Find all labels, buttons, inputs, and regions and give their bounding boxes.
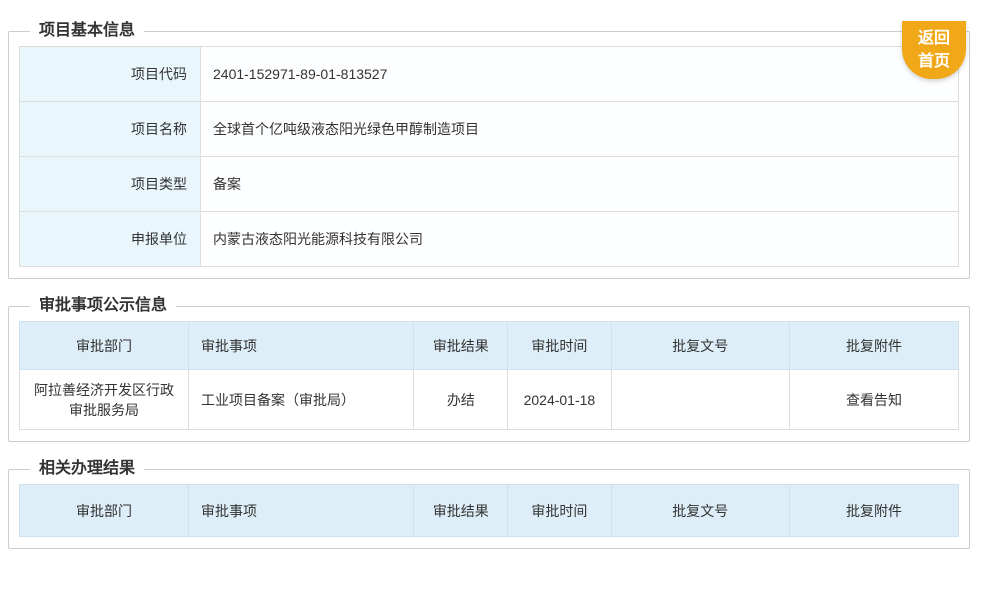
basic-info-title: 项目基本信息 bbox=[39, 22, 136, 39]
related-results-panel: 相关办理结果 审批部门 审批事项 审批结果 审批时间 批复文号 批复附件 bbox=[8, 459, 970, 549]
view-notice-link[interactable]: 查看告知 bbox=[788, 369, 960, 430]
back-to-home-label-line1: 返回 bbox=[917, 30, 950, 47]
table-row: 项目代码 2401-152971-89-01-813527 bbox=[19, 46, 959, 102]
column-header-approval-time: 审批时间 bbox=[507, 484, 612, 537]
back-to-home-label-line2: 首页 bbox=[917, 53, 950, 70]
column-header-approval-result: 审批结果 bbox=[413, 321, 509, 370]
table-header-row: 审批部门 审批事项 审批结果 审批时间 批复文号 批复附件 bbox=[18, 484, 960, 537]
basic-info-panel: 项目基本信息 项目代码 2401-152971-89-01-813527 项目名… bbox=[8, 21, 970, 279]
column-header-reply-attachment: 批复附件 bbox=[788, 321, 960, 370]
related-results-table: 审批部门 审批事项 审批结果 审批时间 批复文号 批复附件 bbox=[18, 484, 960, 537]
back-to-home-button[interactable]: 返回 首页 bbox=[902, 21, 966, 79]
cell-approval-result: 办结 bbox=[413, 369, 509, 430]
column-header-approval-item: 审批事项 bbox=[188, 321, 415, 370]
cell-approval-time: 2024-01-18 bbox=[507, 369, 612, 430]
column-header-reply-attachment: 批复附件 bbox=[788, 484, 960, 537]
cell-approval-dept: 阿拉善经济开发区行政审批服务局 bbox=[18, 369, 190, 430]
cell-reply-doc-no bbox=[610, 369, 790, 430]
column-header-approval-result: 审批结果 bbox=[413, 484, 509, 537]
field-value-project-name: 全球首个亿吨级液态阳光绿色甲醇制造项目 bbox=[200, 101, 959, 157]
approval-info-panel: 审批事项公示信息 审批部门 审批事项 审批结果 审批时间 批复文号 批复附件 阿… bbox=[8, 296, 970, 442]
approval-info-table: 审批部门 审批事项 审批结果 审批时间 批复文号 批复附件 阿拉善经济开发区行政… bbox=[18, 321, 960, 430]
field-value-project-type: 备案 bbox=[200, 156, 959, 212]
column-header-reply-doc-no: 批复文号 bbox=[610, 321, 790, 370]
field-value-project-code: 2401-152971-89-01-813527 bbox=[200, 46, 959, 102]
table-row: 项目名称 全球首个亿吨级液态阳光绿色甲醇制造项目 bbox=[19, 101, 959, 157]
field-label-project-type: 项目类型 bbox=[19, 156, 201, 212]
basic-info-table: 项目代码 2401-152971-89-01-813527 项目名称 全球首个亿… bbox=[19, 46, 959, 267]
column-header-approval-time: 审批时间 bbox=[507, 321, 612, 370]
field-value-declaring-unit: 内蒙古液态阳光能源科技有限公司 bbox=[200, 211, 959, 267]
approval-info-title: 审批事项公示信息 bbox=[39, 297, 168, 314]
table-header-row: 审批部门 审批事项 审批结果 审批时间 批复文号 批复附件 bbox=[18, 321, 960, 370]
column-header-approval-dept: 审批部门 bbox=[18, 484, 190, 537]
column-header-approval-dept: 审批部门 bbox=[18, 321, 190, 370]
field-label-declaring-unit: 申报单位 bbox=[19, 211, 201, 267]
table-row: 阿拉善经济开发区行政审批服务局 工业项目备案（审批局） 办结 2024-01-1… bbox=[18, 369, 960, 430]
field-label-project-code: 项目代码 bbox=[19, 46, 201, 102]
field-label-project-name: 项目名称 bbox=[19, 101, 201, 157]
column-header-approval-item: 审批事项 bbox=[188, 484, 415, 537]
table-row: 项目类型 备案 bbox=[19, 156, 959, 212]
column-header-reply-doc-no: 批复文号 bbox=[610, 484, 790, 537]
related-results-title: 相关办理结果 bbox=[39, 460, 136, 477]
table-row: 申报单位 内蒙古液态阳光能源科技有限公司 bbox=[19, 211, 959, 267]
cell-approval-item: 工业项目备案（审批局） bbox=[188, 369, 415, 430]
